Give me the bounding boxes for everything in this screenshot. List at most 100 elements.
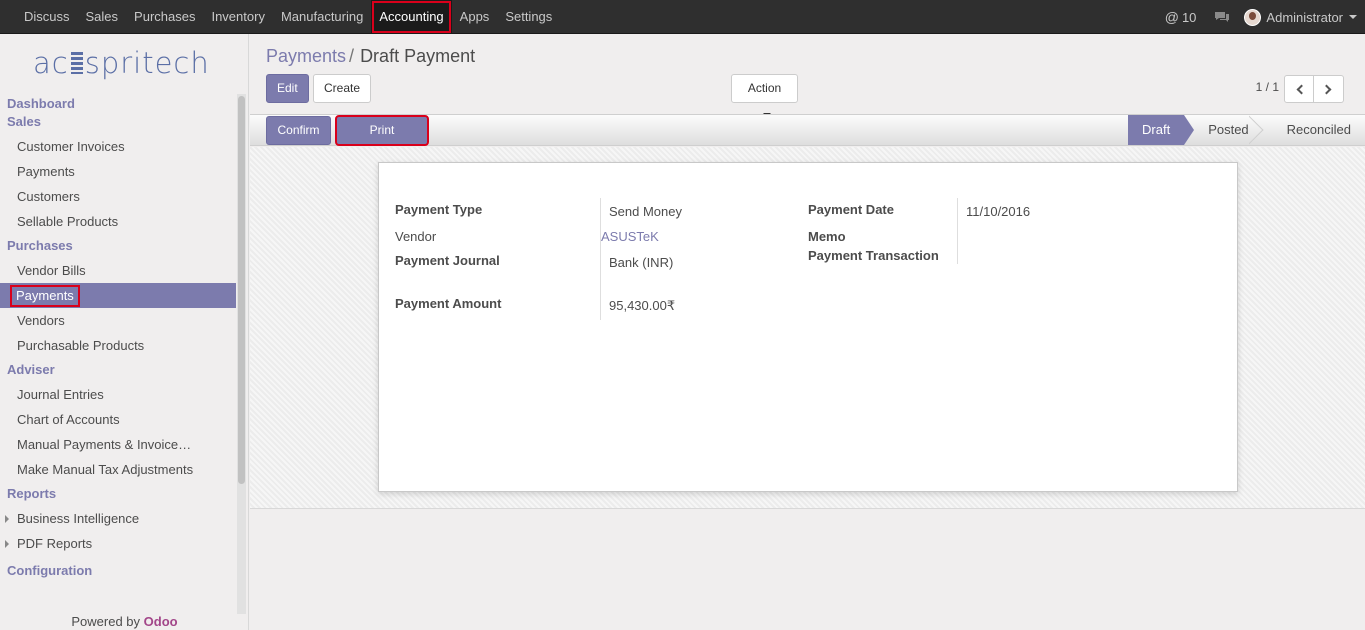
user-menu[interactable]: Administrator xyxy=(1244,8,1357,26)
menu-apps[interactable]: Apps xyxy=(452,0,498,34)
chevron-left-icon xyxy=(1296,84,1307,95)
edit-button[interactable]: Edit xyxy=(266,74,309,103)
sidebar-item-sellable-products[interactable]: Sellable Products xyxy=(0,209,236,234)
payment-type-value: Send Money xyxy=(609,204,682,219)
sidebar-section-configuration[interactable]: Configuration xyxy=(0,562,236,580)
breadcrumb-separator: / xyxy=(349,46,355,66)
stage-reconciled-label: Reconciled xyxy=(1286,122,1351,137)
stage-draft[interactable]: Draft xyxy=(1128,115,1195,145)
breadcrumb-payments-link[interactable]: Payments xyxy=(266,46,346,66)
sidebar-item-label: Payments xyxy=(17,164,75,179)
action-label: Action xyxy=(747,81,782,95)
pager-previous-button[interactable] xyxy=(1284,75,1314,103)
sidebar: ac spritech Dashboard Sales Customer Invo… xyxy=(0,34,249,630)
top-navbar: Discuss Sales Purchases Inventory Manufa… xyxy=(0,0,1365,34)
sidebar-item-customers[interactable]: Customers xyxy=(0,184,236,209)
menu-discuss[interactable]: Discuss xyxy=(16,0,78,34)
field-divider xyxy=(957,198,958,264)
sidebar-item-manual-payments[interactable]: Manual Payments & Invoice… xyxy=(0,432,236,457)
powered-by: Powered by Odoo xyxy=(0,614,249,629)
sidebar-item-purchasable-products[interactable]: Purchasable Products xyxy=(0,333,236,358)
sidebar-section-reports: Reports xyxy=(7,486,57,501)
sidebar-section-purchases: Purchases xyxy=(7,238,73,253)
user-name: Administrator xyxy=(1266,9,1343,25)
menu-inventory[interactable]: Inventory xyxy=(203,0,272,34)
payment-date-label: Payment Date xyxy=(808,202,894,217)
breadcrumb: Payments / Draft Payment xyxy=(266,46,475,67)
sidebar-item-business-intelligence[interactable]: Business Intelligence xyxy=(0,506,236,531)
sidebar-item-chart-of-accounts[interactable]: Chart of Accounts xyxy=(0,407,236,432)
payment-amount-value: 95,430.00₹ xyxy=(609,298,676,313)
action-dropdown[interactable]: Action xyxy=(731,74,798,117)
notifications-count: 10 xyxy=(1181,9,1197,25)
sidebar-item-label: Sellable Products xyxy=(17,214,119,229)
logo-text-left: ac xyxy=(33,46,69,80)
chevron-down-icon xyxy=(1349,15,1357,19)
stage-posted-label: Posted xyxy=(1208,122,1249,137)
chat-icon[interactable] xyxy=(1214,11,1230,23)
menu-accounting[interactable]: Accounting xyxy=(371,0,452,34)
sidebar-item-label: Manual Payments & Invoice… xyxy=(17,437,192,452)
payment-journal-label: Payment Journal xyxy=(395,253,500,268)
menu-sales[interactable]: Sales xyxy=(78,0,127,34)
sidebar-item-label: PDF Reports xyxy=(17,536,93,551)
sidebar-item-customer-invoices[interactable]: Customer Invoices xyxy=(0,134,236,159)
sidebar-item-label: Business Intelligence xyxy=(17,511,140,526)
sidebar-item-vendors[interactable]: Vendors xyxy=(0,308,236,333)
sidebar-item-purchase-payments[interactable]: Payments xyxy=(0,283,236,308)
sidebar-item-pdf-reports[interactable]: PDF Reports xyxy=(0,531,236,556)
sidebar-item-label: Payments xyxy=(10,285,80,307)
pager-next-button[interactable] xyxy=(1314,75,1344,103)
pager-value: 1 / 1 xyxy=(1255,80,1279,94)
odoo-link[interactable]: Odoo xyxy=(144,614,178,629)
logo-bars-icon xyxy=(70,52,83,74)
payment-form-sheet: Payment Type Send Money Vendor ASUSTeK P… xyxy=(378,162,1238,492)
logo-text-right: spritech xyxy=(84,46,210,80)
sidebar-item-label: Purchasable Products xyxy=(17,338,145,353)
navbar-right: @ 10 Administrator xyxy=(1165,0,1357,34)
create-button[interactable]: Create xyxy=(313,74,372,103)
company-logo: ac spritech xyxy=(33,46,210,80)
print-cheque-button[interactable]: Print Cheque xyxy=(335,115,429,164)
payment-transaction-label: Payment Transaction xyxy=(808,248,939,263)
page-title: Draft Payment xyxy=(360,46,476,66)
confirm-button[interactable]: Confirm xyxy=(266,116,331,145)
sidebar-item-label: Make Manual Tax Adjustments xyxy=(17,462,194,477)
sidebar-nav: Dashboard Sales Customer Invoices Paymen… xyxy=(0,94,236,580)
caret-right-icon xyxy=(5,515,9,523)
menu-purchases[interactable]: Purchases xyxy=(126,0,203,34)
stage-posted[interactable]: Posted xyxy=(1184,115,1262,145)
sidebar-item-journal-entries[interactable]: Journal Entries xyxy=(0,382,236,407)
main-content: Payments / Draft Payment Edit Create Actio… xyxy=(250,34,1365,630)
sidebar-item-label: Journal Entries xyxy=(17,387,104,402)
payment-date-value: 11/10/2016 xyxy=(966,204,1031,219)
chevron-right-icon xyxy=(1321,84,1332,95)
sidebar-section-adviser: Adviser xyxy=(7,362,55,377)
sidebar-item-sales-payments[interactable]: Payments xyxy=(0,159,236,184)
sidebar-item-label: Customers xyxy=(17,189,80,204)
sidebar-item-dashboard[interactable]: Dashboard xyxy=(0,95,236,113)
sidebar-item-vendor-bills[interactable]: Vendor Bills xyxy=(0,258,236,283)
menu-settings[interactable]: Settings xyxy=(497,0,560,34)
notifications-button[interactable]: @ 10 xyxy=(1165,9,1197,25)
memo-label: Memo xyxy=(808,229,846,244)
vendor-label: Vendor xyxy=(395,229,437,244)
payment-type-label: Payment Type xyxy=(395,202,483,217)
stage-reconciled[interactable]: Reconciled xyxy=(1263,115,1365,145)
main-menu: Discuss Sales Purchases Inventory Manufa… xyxy=(16,0,560,34)
scrollbar-thumb[interactable] xyxy=(238,96,245,484)
payment-journal-value: Bank (INR) xyxy=(609,255,674,270)
vendor-link[interactable]: ASUSTeK xyxy=(601,229,659,244)
avatar xyxy=(1244,8,1262,26)
sidebar-item-label: Customer Invoices xyxy=(17,139,125,154)
field-divider xyxy=(600,198,601,320)
sidebar-scrollbar[interactable] xyxy=(237,94,246,614)
sidebar-item-manual-tax-adjustments[interactable]: Make Manual Tax Adjustments xyxy=(0,457,236,482)
payment-amount-label: Payment Amount xyxy=(395,296,502,311)
powered-by-text: Powered by xyxy=(71,614,141,629)
menu-manufacturing[interactable]: Manufacturing xyxy=(273,0,371,34)
at-icon: @ xyxy=(1164,9,1179,25)
sidebar-item-label: Vendors xyxy=(17,313,65,328)
sidebar-item-label: Chart of Accounts xyxy=(17,412,120,427)
sidebar-item-label: Vendor Bills xyxy=(17,263,86,278)
